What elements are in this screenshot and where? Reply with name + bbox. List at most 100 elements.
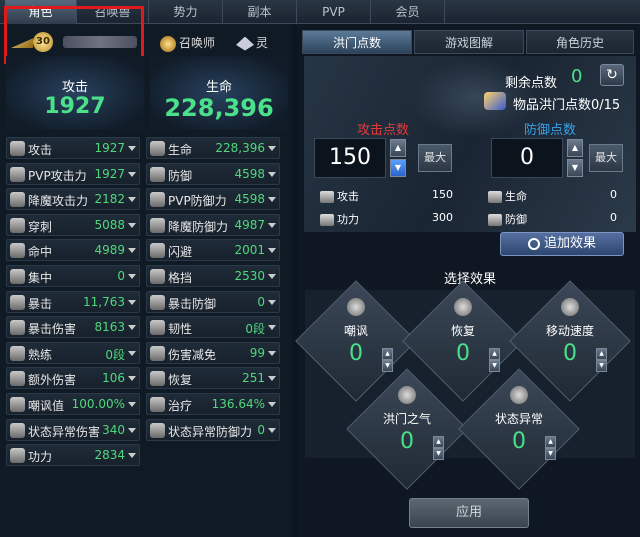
dropdown-arrow-icon[interactable] <box>128 427 136 433</box>
sword-icon <box>10 141 25 156</box>
slot-qi-spinner[interactable]: ▲ ▼ <box>433 436 444 460</box>
stat-label: 恢复 <box>168 373 193 388</box>
dropdown-arrow-icon[interactable] <box>128 453 136 459</box>
subtab-hongmen-points[interactable]: 洪门点数 <box>302 30 412 54</box>
stat-row[interactable]: 命中 4989 <box>6 239 140 262</box>
stat-label: 集中 <box>28 271 53 285</box>
dropdown-arrow-icon[interactable] <box>128 146 136 151</box>
stat-label: 闪避 <box>168 245 193 260</box>
stat-row[interactable]: 暴击伤害 8163 <box>6 316 140 339</box>
stat-row[interactable]: 生命 228,396 <box>146 137 280 159</box>
stat-row[interactable]: 暴击防御 0 <box>146 290 280 313</box>
stat-row[interactable]: 集中 0 <box>6 265 140 287</box>
slot-speed-label: 移动速度 <box>545 324 594 338</box>
effect-power-value: 300 <box>432 211 453 224</box>
tab-faction[interactable]: 势力 <box>149 0 223 24</box>
stat-row[interactable]: 额外伤害 106 <box>6 367 140 390</box>
stat-row[interactable]: PVP攻击力 1927 <box>6 162 140 185</box>
defense-points-label: 防御点数 <box>524 123 577 138</box>
stat-row[interactable]: 暴击 11,763 <box>6 290 140 313</box>
dropdown-arrow-icon[interactable] <box>268 171 276 177</box>
dropdown-arrow-icon[interactable] <box>268 376 276 382</box>
dropdown-arrow-icon[interactable] <box>268 402 276 407</box>
dropdown-arrow-icon[interactable] <box>128 274 136 279</box>
dropdown-arrow-icon[interactable] <box>268 197 276 203</box>
tab-member[interactable]: 会员 <box>371 0 445 24</box>
stat-row[interactable]: 状态异常伤害 340 <box>6 418 140 441</box>
dropdown-arrow-icon[interactable] <box>128 376 136 382</box>
reset-icon[interactable]: ↻ <box>600 64 624 86</box>
dropdown-arrow-icon[interactable] <box>268 299 276 305</box>
tab-dungeon[interactable]: 副本 <box>223 0 297 24</box>
dropdown-arrow-icon[interactable] <box>268 427 276 433</box>
defense-points-input[interactable]: 0 <box>491 138 563 178</box>
slot-status-spinner[interactable]: ▲ ▼ <box>545 436 556 460</box>
heart-icon <box>488 191 502 203</box>
stat-label: 熟练 <box>28 347 53 362</box>
stat-row[interactable]: 攻击 1927 <box>6 137 140 159</box>
dropdown-arrow-icon[interactable] <box>268 222 276 228</box>
dropdown-arrow-icon[interactable] <box>268 248 276 254</box>
dropdown-arrow-icon[interactable] <box>128 325 136 331</box>
add-effect-button[interactable]: 追加效果 <box>500 232 624 256</box>
stat-row[interactable]: 降魔攻击力 2182 <box>6 188 140 211</box>
stat-row[interactable]: 功力 2834 <box>6 444 140 467</box>
stat-row[interactable]: 闪避 2001 <box>146 239 280 262</box>
attack-points-input[interactable]: 150 <box>314 138 386 178</box>
stat-row[interactable]: 状态异常防御力 0 <box>146 418 280 441</box>
stat-row[interactable]: 熟练 0段 <box>6 341 140 364</box>
defense-max-button[interactable]: 最大 <box>589 144 623 172</box>
dropdown-arrow-icon[interactable] <box>268 274 276 279</box>
stat-label: 格挡 <box>168 271 193 285</box>
stat-row[interactable]: PVP防御力 4598 <box>146 188 280 211</box>
dropdown-arrow-icon[interactable] <box>268 350 276 356</box>
dropdown-arrow-icon[interactable] <box>128 171 136 177</box>
slot-recover-spinner[interactable]: ▲ ▼ <box>489 348 500 372</box>
recover-icon <box>454 298 472 316</box>
slot-status-label: 状态异常 <box>494 412 543 426</box>
remaining-points-label: 剩余点数 <box>505 76 558 91</box>
attack-up-button[interactable]: ▲ <box>390 139 406 157</box>
attack-summary: 攻击 1927 <box>6 56 144 130</box>
stat-row[interactable]: 防御 4598 <box>146 162 280 185</box>
dropdown-arrow-icon[interactable] <box>268 146 276 151</box>
extra-damage-icon <box>10 371 25 387</box>
attack-down-button[interactable]: ▼ <box>390 159 406 177</box>
stat-row[interactable]: 穿刺 5088 <box>6 213 140 236</box>
dropdown-arrow-icon[interactable] <box>128 402 136 407</box>
stat-row[interactable]: 韧性 0段 <box>146 316 280 339</box>
defense-down-button[interactable]: ▼ <box>567 159 583 177</box>
stat-value: 0 <box>257 422 265 437</box>
dropdown-arrow-icon[interactable] <box>128 222 136 228</box>
stat-label: 暴击伤害 <box>28 322 77 337</box>
stat-value: 2834 <box>94 448 125 463</box>
dropdown-arrow-icon[interactable] <box>128 197 136 203</box>
stat-label: 伤害减免 <box>168 347 217 362</box>
stat-row[interactable]: 嘲讽值 100.00% <box>6 393 140 415</box>
subtab-game-guide[interactable]: 游戏图解 <box>414 30 524 54</box>
spirit-icon <box>236 36 254 51</box>
stat-row[interactable]: 治疗 136.64% <box>146 393 280 415</box>
slot-speed-spinner[interactable]: ▲ ▼ <box>596 348 607 372</box>
attack-max-button[interactable]: 最大 <box>418 144 452 172</box>
spirit-button[interactable]: 灵 <box>236 34 268 51</box>
dropdown-arrow-icon[interactable] <box>268 325 276 331</box>
stat-label: PVP攻击力 <box>28 168 87 183</box>
effect-attack-row: 攻击 150 <box>320 188 453 204</box>
stat-row[interactable]: 伤害减免 99 <box>146 341 280 364</box>
slot-taunt-spinner[interactable]: ▲ ▼ <box>382 348 393 372</box>
stat-row[interactable]: 格挡 2530 <box>146 265 280 287</box>
dropdown-arrow-icon[interactable] <box>128 299 136 305</box>
summoner-label: 召唤师 <box>179 36 216 50</box>
defense-up-button[interactable]: ▲ <box>567 139 583 157</box>
apply-button[interactable]: 应用 <box>409 498 529 528</box>
dropdown-arrow-icon[interactable] <box>128 248 136 254</box>
power-icon <box>10 448 25 464</box>
tab-pvp[interactable]: PVP <box>297 0 371 24</box>
stat-row[interactable]: 恢复 251 <box>146 367 280 390</box>
summoner-button[interactable]: 召唤师 <box>160 34 215 52</box>
subtab-role-history[interactable]: 角色历史 <box>526 30 634 54</box>
stat-value: 0段 <box>245 322 265 337</box>
stat-row[interactable]: 降魔防御力 4987 <box>146 213 280 236</box>
dropdown-arrow-icon[interactable] <box>128 350 136 356</box>
